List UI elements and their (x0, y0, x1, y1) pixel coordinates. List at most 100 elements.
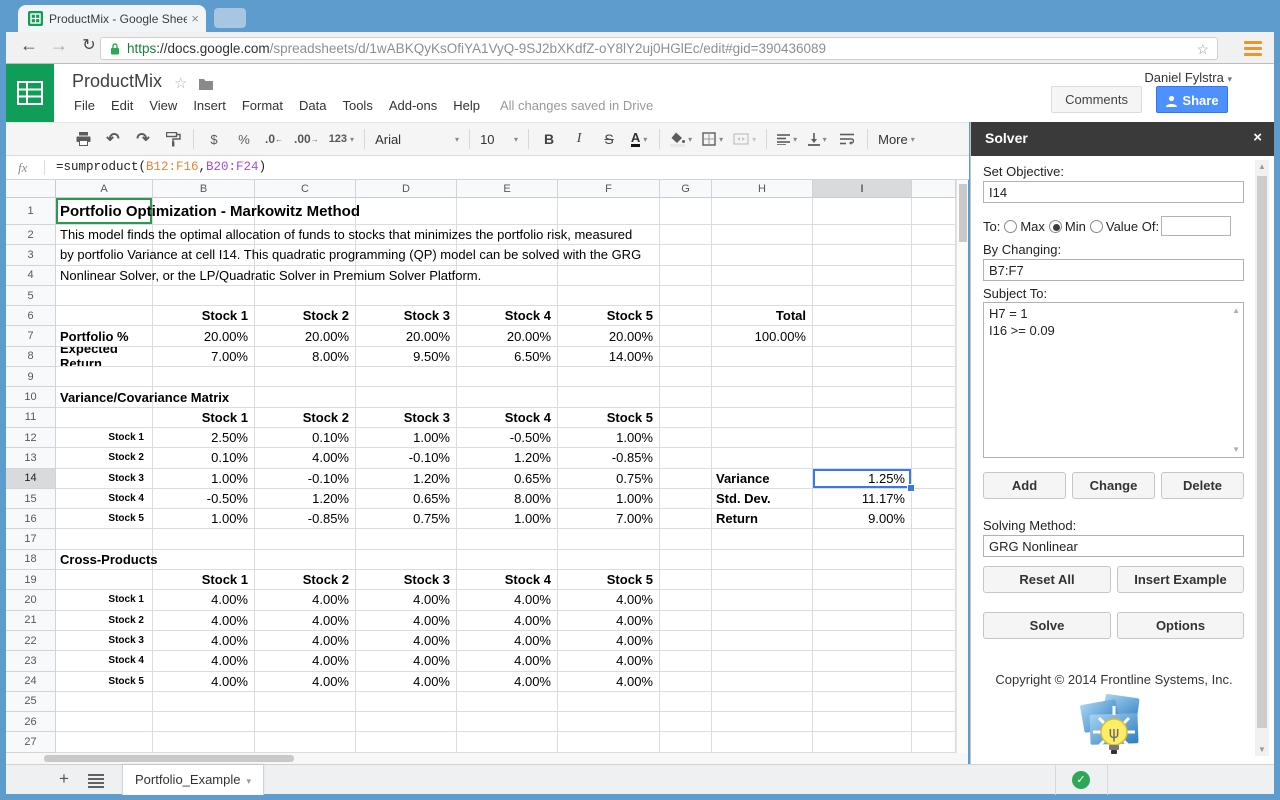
cell-C10[interactable] (255, 387, 356, 407)
cell-I26[interactable] (813, 712, 912, 732)
max-radio[interactable] (1004, 220, 1017, 233)
cell-A6[interactable] (56, 306, 153, 326)
cell-H6[interactable]: Total (712, 306, 813, 326)
cell-I27[interactable] (813, 732, 912, 752)
cell-D19[interactable]: Stock 3 (356, 570, 457, 590)
value-of-radio[interactable] (1090, 220, 1103, 233)
cell-F6[interactable]: Stock 5 (558, 306, 660, 326)
format-currency-icon[interactable]: $ (204, 127, 224, 151)
cell-J14[interactable] (912, 469, 956, 489)
more-formats-icon[interactable]: 123▾ (329, 127, 354, 151)
print-icon[interactable] (73, 127, 93, 151)
cell-J13[interactable] (912, 448, 956, 468)
cell-H26[interactable] (712, 712, 813, 732)
solving-method-input[interactable] (983, 535, 1244, 557)
vertical-scrollbar[interactable] (956, 180, 968, 753)
row-header-2[interactable]: 2 (6, 225, 56, 245)
menu-addons[interactable]: Add-ons (381, 96, 445, 115)
cell-D23[interactable]: 4.00% (356, 651, 457, 671)
cell-B24[interactable]: 4.00% (153, 672, 255, 692)
cell-C15[interactable]: 1.20% (255, 489, 356, 509)
cell-H27[interactable] (712, 732, 813, 752)
cell-E25[interactable] (457, 692, 558, 712)
horizontal-scrollbar-thumb[interactable] (44, 755, 294, 762)
cell-C26[interactable] (255, 712, 356, 732)
cell-G13[interactable] (660, 448, 712, 468)
cell-G17[interactable] (660, 529, 712, 549)
cell-G12[interactable] (660, 428, 712, 448)
row-header-26[interactable]: 26 (6, 712, 56, 732)
change-button[interactable]: Change (1072, 472, 1155, 499)
cell-E14[interactable]: 0.65% (457, 469, 558, 489)
cell-H1[interactable] (712, 198, 813, 225)
cell-F10[interactable] (558, 387, 660, 407)
cell-J26[interactable] (912, 712, 956, 732)
cell-D25[interactable] (356, 692, 457, 712)
cell-H4[interactable] (712, 266, 813, 286)
cell-I24[interactable] (813, 672, 912, 692)
cell-G10[interactable] (660, 387, 712, 407)
cell-H7[interactable]: 100.00% (712, 326, 813, 346)
row-header-15[interactable]: 15 (6, 489, 56, 509)
scroll-up-icon[interactable]: ▲ (1255, 162, 1269, 171)
cell-A25[interactable] (56, 692, 153, 712)
cell-H21[interactable] (712, 611, 813, 631)
cell-D1[interactable] (356, 198, 457, 225)
cell-I18[interactable] (813, 550, 912, 570)
cell-E5[interactable] (457, 286, 558, 306)
cell-E17[interactable] (457, 529, 558, 549)
cell-E8[interactable]: 6.50% (457, 347, 558, 367)
cell-J6[interactable] (912, 306, 956, 326)
row-header-6[interactable]: 6 (6, 306, 56, 326)
cell-D13[interactable]: -0.10% (356, 448, 457, 468)
italic-icon[interactable]: I (569, 127, 589, 151)
cell-G16[interactable] (660, 509, 712, 529)
cell-E27[interactable] (457, 732, 558, 752)
cell-I9[interactable] (813, 367, 912, 387)
cell-G24[interactable] (660, 672, 712, 692)
min-label[interactable]: Min (1065, 219, 1086, 234)
row-header-20[interactable]: 20 (6, 590, 56, 610)
cell-J15[interactable] (912, 489, 956, 509)
cell-C5[interactable] (255, 286, 356, 306)
formula-text[interactable]: =sumproduct(B12:F16,B20:F24) (56, 160, 266, 174)
horizontal-align-icon[interactable]: ▾ (777, 127, 797, 151)
cell-F18[interactable] (558, 550, 660, 570)
panel-scrollbar-thumb[interactable] (1257, 176, 1267, 728)
cell-F22[interactable]: 4.00% (558, 631, 660, 651)
cell-C21[interactable]: 4.00% (255, 611, 356, 631)
cell-C24[interactable]: 4.00% (255, 672, 356, 692)
row-header-12[interactable]: 12 (6, 428, 56, 448)
cell-B6[interactable]: Stock 1 (153, 306, 255, 326)
reset-all-button[interactable]: Reset All (983, 566, 1111, 593)
cell-G21[interactable] (660, 611, 712, 631)
cell-J9[interactable] (912, 367, 956, 387)
cell-E19[interactable]: Stock 4 (457, 570, 558, 590)
cell-I2[interactable] (813, 225, 912, 245)
cell-B19[interactable]: Stock 1 (153, 570, 255, 590)
scroll-up-icon[interactable]: ▲ (1232, 306, 1240, 315)
cell-A10[interactable]: Variance/Covariance Matrix (56, 387, 153, 407)
cell-H11[interactable] (712, 408, 813, 428)
cell-C23[interactable]: 4.00% (255, 651, 356, 671)
cell-J20[interactable] (912, 590, 956, 610)
column-header-F[interactable]: F (558, 180, 660, 198)
sheets-logo-icon[interactable] (6, 64, 54, 122)
scroll-down-icon[interactable]: ▼ (1255, 745, 1269, 754)
cell-F16[interactable]: 7.00% (558, 509, 660, 529)
cell-F1[interactable] (558, 198, 660, 225)
cell-E15[interactable]: 8.00% (457, 489, 558, 509)
cell-E9[interactable] (457, 367, 558, 387)
cell-D8[interactable]: 9.50% (356, 347, 457, 367)
account-menu[interactable]: Daniel Fylstra ▾ (1144, 70, 1232, 85)
scroll-down-icon[interactable]: ▼ (1232, 445, 1240, 454)
cell-E21[interactable]: 4.00% (457, 611, 558, 631)
cell-E11[interactable]: Stock 4 (457, 408, 558, 428)
cell-F24[interactable]: 4.00% (558, 672, 660, 692)
all-sheets-icon[interactable] (88, 774, 104, 790)
cell-F7[interactable]: 20.00% (558, 326, 660, 346)
select-all-corner[interactable] (6, 180, 56, 198)
cell-F21[interactable]: 4.00% (558, 611, 660, 631)
cell-J5[interactable] (912, 286, 956, 306)
cell-G22[interactable] (660, 631, 712, 651)
